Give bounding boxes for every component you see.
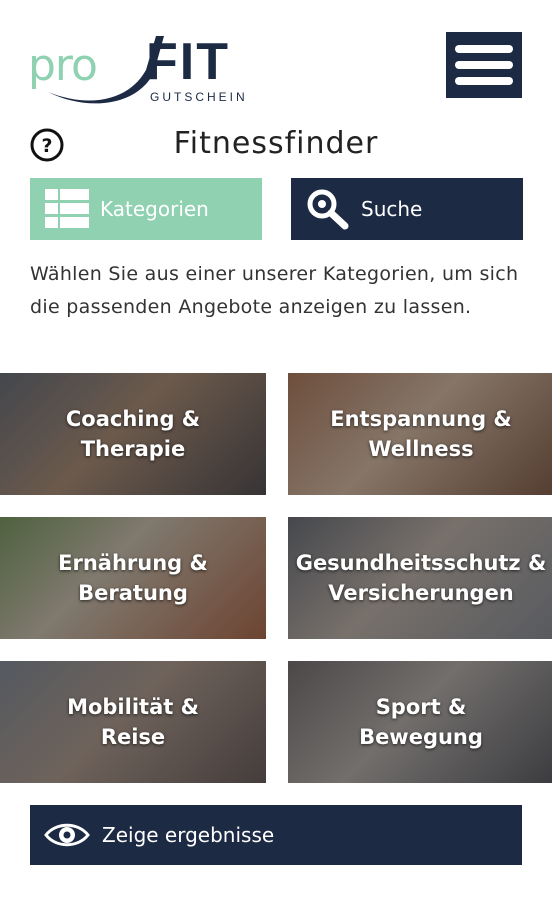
hamburger-line — [455, 77, 513, 85]
category-line1: Sport & — [375, 695, 467, 719]
tab-kategorien[interactable]: Kategorien — [30, 178, 262, 240]
category-line1: Coaching & — [65, 407, 201, 431]
category-line1: Mobilität & — [67, 695, 199, 719]
category-line1: Entspannung & — [330, 407, 512, 431]
category-entspannung-wellness[interactable]: Entspannung & Wellness — [288, 373, 552, 495]
grid-icon — [44, 188, 90, 230]
show-results-button[interactable]: Zeige ergebnisse — [30, 805, 522, 865]
category-coaching-therapie[interactable]: Coaching & Therapie — [0, 373, 266, 495]
category-line2: Versicherungen — [328, 581, 514, 605]
hamburger-menu-icon — [455, 45, 513, 53]
hamburger-menu-button[interactable] — [446, 32, 522, 98]
hamburger-line — [455, 61, 513, 69]
logo-fit-text: FIT — [146, 33, 230, 91]
category-mobilitaet-reise[interactable]: Mobilität & Reise — [0, 661, 266, 783]
show-results-label: Zeige ergebnisse — [102, 823, 275, 847]
category-line2: Beratung — [78, 581, 188, 605]
category-line2: Wellness — [368, 437, 474, 461]
tab-suche-label: Suche — [361, 197, 423, 221]
category-line2: Reise — [100, 725, 166, 749]
category-sport-bewegung[interactable]: Sport & Bewegung — [288, 661, 552, 783]
page-title: Fitnessfinder — [173, 126, 379, 161]
category-line1: Gesundheitsschutz & — [295, 551, 547, 575]
magnifier-icon — [305, 188, 351, 230]
category-line2: Therapie — [80, 437, 186, 461]
svg-text:?: ? — [41, 135, 52, 157]
category-gesundheitsschutz-versicherungen[interactable]: Gesundheitsschutz & Versicherungen — [288, 517, 552, 639]
question-circle-icon[interactable]: ? — [30, 128, 64, 162]
intro-text: Wählen Sie aus einer unserer Kategorien,… — [30, 263, 519, 318]
category-ernaehrung-beratung[interactable]: Ernährung & Beratung — [0, 517, 266, 639]
app-header: pro FIT GUTSCHEIN — [0, 0, 552, 120]
profit-logo: pro FIT GUTSCHEIN — [28, 30, 248, 110]
tab-kategorien-label: Kategorien — [100, 197, 209, 221]
logo-subtitle: GUTSCHEIN — [150, 90, 248, 104]
logo-pro-text: pro — [28, 40, 98, 91]
title-bar: Fitnessfinder ? — [0, 126, 552, 168]
tab-suche[interactable]: Suche — [291, 178, 523, 240]
category-line1: Ernährung & — [58, 551, 208, 575]
category-line2: Bewegung — [359, 725, 483, 749]
eye-icon — [44, 823, 90, 847]
